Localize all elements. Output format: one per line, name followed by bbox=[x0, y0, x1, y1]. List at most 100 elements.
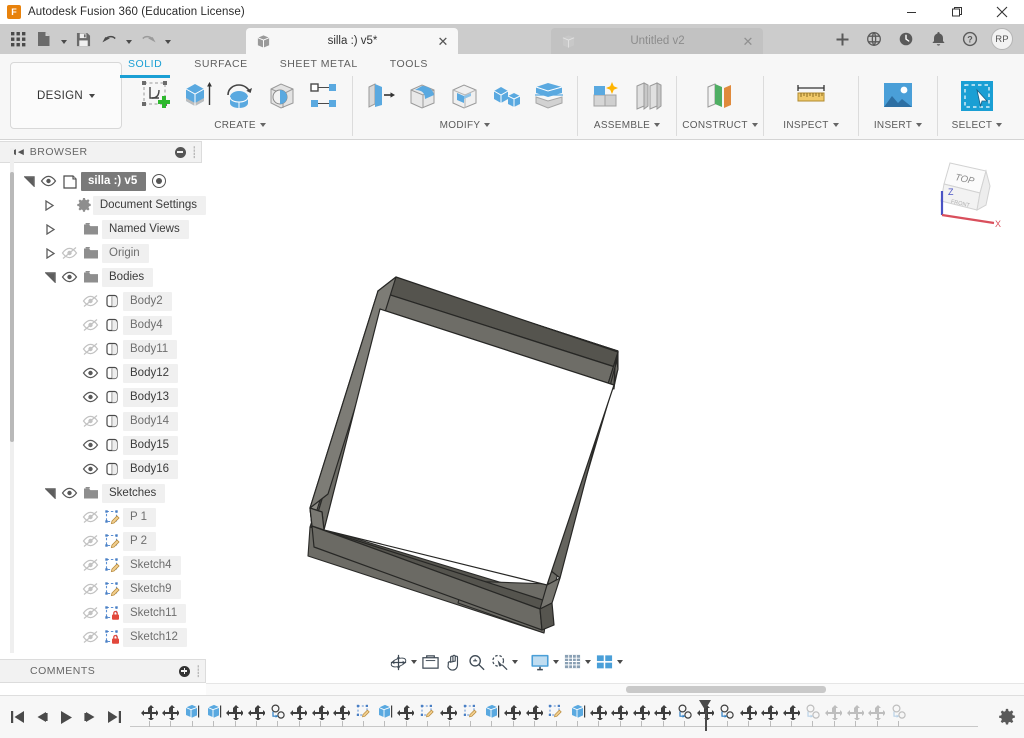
close-button[interactable] bbox=[979, 0, 1024, 24]
tab-silla[interactable]: silla :) v5* ✕ bbox=[246, 28, 458, 54]
browser-node-sketches[interactable]: Sketches bbox=[0, 481, 206, 505]
expand-triangle-closed-icon[interactable] bbox=[43, 223, 58, 235]
eye-hidden-icon[interactable] bbox=[79, 606, 101, 620]
undo-button[interactable] bbox=[96, 26, 122, 52]
browser-node-p2[interactable]: P 2 bbox=[0, 529, 206, 553]
browser-node-p1[interactable]: P 1 bbox=[0, 505, 206, 529]
new-tab-button[interactable] bbox=[826, 24, 858, 54]
timeline-track[interactable] bbox=[130, 696, 990, 738]
browser-node-bodies[interactable]: Bodies bbox=[0, 265, 206, 289]
job-status-button[interactable] bbox=[890, 24, 922, 54]
timeline-step-forward-button[interactable] bbox=[78, 704, 102, 730]
grid-snaps-button[interactable] bbox=[561, 649, 593, 675]
eye-visible-icon[interactable] bbox=[58, 270, 80, 284]
browser-node-sketch12[interactable]: Sketch12 bbox=[0, 625, 206, 649]
browser-node-document-settings[interactable]: Document Settings bbox=[0, 193, 206, 217]
display-settings-button[interactable] bbox=[528, 649, 561, 675]
combine-tool[interactable] bbox=[486, 76, 528, 116]
browser-node-body11[interactable]: Body11 bbox=[0, 337, 206, 361]
timeline-go-end-button[interactable] bbox=[102, 704, 126, 730]
pattern-tool[interactable] bbox=[303, 76, 345, 116]
maximize-button[interactable] bbox=[934, 0, 979, 24]
ribbon-tab-tools[interactable]: TOOLS bbox=[390, 58, 428, 76]
sweep-tool[interactable] bbox=[261, 76, 303, 116]
help-button[interactable]: ? bbox=[954, 24, 986, 54]
ribbon-panel-create-label-row[interactable]: CREATE bbox=[128, 116, 352, 134]
ribbon-panel-construct-label-row[interactable]: CONSTRUCT bbox=[677, 116, 763, 134]
browser-collapse-icon[interactable]: ◄◄ bbox=[0, 147, 30, 158]
joint-tool[interactable] bbox=[627, 76, 669, 116]
eye-hidden-icon[interactable] bbox=[79, 582, 101, 596]
activate-component-radio[interactable] bbox=[152, 174, 167, 188]
eye-hidden-icon[interactable] bbox=[79, 294, 101, 308]
expand-triangle-open-icon[interactable] bbox=[43, 271, 58, 283]
extrude-tool[interactable] bbox=[177, 76, 219, 116]
eye-hidden-icon[interactable] bbox=[79, 414, 101, 428]
browser-node-origin[interactable]: Origin bbox=[0, 241, 206, 265]
tab-untitled-close-icon[interactable]: ✕ bbox=[739, 32, 757, 50]
timeline-go-start-button[interactable] bbox=[6, 704, 30, 730]
extensions-button[interactable] bbox=[858, 24, 890, 54]
browser-node-body12[interactable]: Body12 bbox=[0, 361, 206, 385]
minimize-button[interactable] bbox=[889, 0, 934, 24]
comments-panel-header[interactable]: COMMENTS ┊ bbox=[0, 659, 206, 683]
browser-node-sketch11[interactable]: Sketch11 bbox=[0, 601, 206, 625]
new-component-tool[interactable] bbox=[585, 76, 627, 116]
ribbon-panel-insert-label-row[interactable]: INSERT bbox=[859, 116, 937, 134]
timeline-scrollbar-track[interactable] bbox=[206, 683, 1024, 695]
zoom-button[interactable] bbox=[465, 649, 488, 675]
browser-node-body14[interactable]: Body14 bbox=[0, 409, 206, 433]
redo-dropdown-caret[interactable] bbox=[161, 26, 174, 52]
tab-untitled[interactable]: Untitled v2 ✕ bbox=[551, 28, 763, 54]
ribbon-tab-surface[interactable]: SURFACE bbox=[194, 58, 247, 76]
shell-tool[interactable] bbox=[444, 76, 486, 116]
browser-node-sketch4[interactable]: Sketch4 bbox=[0, 553, 206, 577]
ribbon-tab-sheet-metal[interactable]: SHEET METAL bbox=[280, 58, 358, 76]
timeline-step-back-button[interactable] bbox=[30, 704, 54, 730]
expand-triangle-open-icon[interactable] bbox=[22, 175, 37, 187]
eye-hidden-icon[interactable] bbox=[79, 630, 101, 644]
look-at-button[interactable] bbox=[419, 649, 442, 675]
undo-dropdown-caret[interactable] bbox=[122, 26, 135, 52]
ribbon-panel-select-label-row[interactable]: SELECT bbox=[938, 116, 1016, 134]
browser-node-body16[interactable]: Body16 bbox=[0, 457, 206, 481]
measure-tool[interactable] bbox=[790, 76, 832, 116]
tab-silla-close-icon[interactable]: ✕ bbox=[434, 32, 452, 50]
revolve-tool[interactable] bbox=[219, 76, 261, 116]
avatar[interactable]: RP bbox=[986, 24, 1018, 54]
eye-visible-icon[interactable] bbox=[37, 174, 59, 188]
pan-button[interactable] bbox=[442, 649, 465, 675]
file-button[interactable] bbox=[31, 26, 57, 52]
browser-node-body15[interactable]: Body15 bbox=[0, 433, 206, 457]
eye-hidden-icon[interactable] bbox=[79, 318, 101, 332]
eye-visible-icon[interactable] bbox=[79, 390, 101, 404]
save-button[interactable] bbox=[70, 26, 96, 52]
eye-hidden-icon[interactable] bbox=[79, 534, 101, 548]
timeline-settings-button[interactable] bbox=[990, 696, 1024, 738]
ribbon-tab-solid[interactable]: SOLID bbox=[119, 58, 171, 78]
eye-visible-icon[interactable] bbox=[79, 462, 101, 476]
timeline-playhead-marker[interactable] bbox=[699, 699, 712, 731]
comments-resize-grip[interactable]: ┊ bbox=[195, 665, 202, 678]
ribbon-panel-modify-label-row[interactable]: MODIFY bbox=[353, 116, 577, 134]
browser-node-body13[interactable]: Body13 bbox=[0, 385, 206, 409]
timeline-play-button[interactable] bbox=[54, 704, 78, 730]
expand-triangle-closed-icon[interactable] bbox=[43, 199, 56, 211]
split-body-tool[interactable] bbox=[528, 76, 570, 116]
timeline-scrollbar-thumb[interactable] bbox=[626, 686, 826, 693]
browser-node-root[interactable]: silla :) v5 bbox=[0, 169, 206, 193]
workspace-switcher-button[interactable]: DESIGN bbox=[10, 62, 122, 129]
eye-visible-icon[interactable] bbox=[79, 366, 101, 380]
fillet-tool[interactable] bbox=[402, 76, 444, 116]
redo-button[interactable] bbox=[135, 26, 161, 52]
eye-visible-icon[interactable] bbox=[58, 486, 80, 500]
model-chair-seat-frame-outline[interactable] bbox=[206, 141, 1024, 683]
orbit-button[interactable] bbox=[387, 649, 419, 675]
eye-hidden-icon[interactable] bbox=[79, 510, 101, 524]
offset-plane-tool[interactable] bbox=[699, 76, 741, 116]
ribbon-panel-inspect-label-row[interactable]: INSPECT bbox=[764, 116, 858, 134]
browser-minimize-icon[interactable] bbox=[174, 146, 186, 158]
browser-node-sketch9[interactable]: Sketch9 bbox=[0, 577, 206, 601]
fit-button[interactable] bbox=[488, 649, 520, 675]
expand-triangle-open-icon[interactable] bbox=[43, 487, 58, 499]
